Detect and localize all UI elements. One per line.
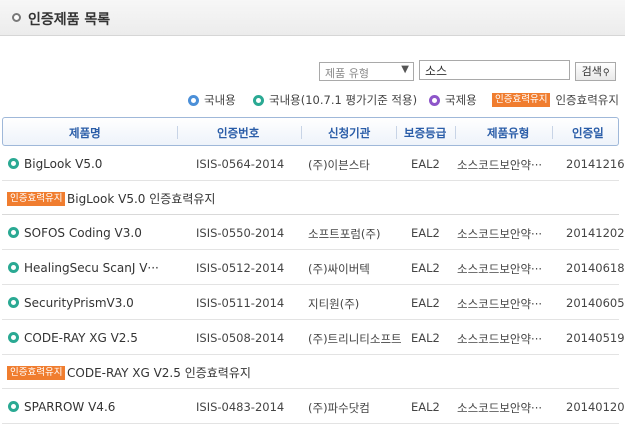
legend-international: 국제용 — [429, 92, 477, 108]
product-type: 소스코드보안약··· — [457, 401, 543, 415]
validity-badge: 인증효력유지 — [7, 192, 66, 206]
table-row[interactable]: SecurityPrismV3.0 ISIS-0511-2014 지티원(주) … — [2, 286, 625, 320]
legend-domestic-old-label: 국내용(10.7.1 평가기준 적용) — [269, 93, 418, 107]
product-type-select-value: 제품 유형 — [325, 67, 369, 80]
grade: EAL2 — [411, 261, 440, 275]
product-name-link[interactable]: SOFOS Coding V3.0 — [24, 226, 142, 240]
legend-domestic-label: 국내용 — [204, 93, 236, 107]
product-name-link[interactable]: SecurityPrismV3.0 — [24, 296, 134, 310]
magnifier-icon: ⚲ — [602, 68, 610, 78]
validity-note[interactable]: BigLook V5.0 인증효력유지 — [67, 190, 215, 207]
domestic-old-dot-icon — [8, 158, 19, 169]
product-name-link[interactable]: SPARROW V4.6 — [24, 400, 115, 414]
legend-domestic: 국내용 — [188, 92, 236, 108]
header-date[interactable]: 인증일 — [572, 125, 604, 141]
header-divider — [552, 126, 553, 139]
grade: EAL2 — [411, 226, 440, 240]
search-input[interactable] — [419, 60, 570, 80]
table-header: 제품명 인증번호 신청기관 보증등급 제품유형 인증일 — [2, 117, 619, 146]
header-type[interactable]: 제품유형 — [487, 125, 529, 141]
table-row[interactable]: CODE-RAY XG V2.5 ISIS-0508-2014 (주)트리니티소… — [2, 321, 625, 355]
domestic-dot-icon — [188, 94, 199, 106]
grade: EAL2 — [411, 400, 440, 414]
company: (주)트리니티소프트 — [308, 332, 402, 346]
cert-date: 20140618 — [566, 261, 625, 275]
domestic-old-dot-icon — [8, 401, 19, 412]
header-divider — [177, 126, 178, 139]
international-dot-icon — [429, 94, 440, 106]
domestic-old-dot-icon — [8, 297, 19, 308]
legend-validity-label: 인증효력유지 — [555, 93, 619, 107]
header-name[interactable]: 제품명 — [69, 125, 101, 141]
header-grade[interactable]: 보증등급 — [404, 125, 446, 141]
header-divider — [301, 126, 302, 139]
validity-note[interactable]: CODE-RAY XG V2.5 인증효력유지 — [67, 364, 251, 381]
cert-date: 20140605 — [566, 296, 625, 310]
page-title: 인증제품 목록 — [28, 12, 111, 28]
grade: EAL2 — [411, 157, 440, 171]
cert-number: ISIS-0564-2014 — [196, 157, 285, 171]
domestic-old-dot-icon — [8, 262, 19, 273]
header-divider — [455, 126, 456, 139]
company: (주)파수닷컴 — [308, 401, 370, 415]
cert-number: ISIS-0512-2014 — [196, 261, 285, 275]
validity-note-row[interactable]: 인증효력유지 CODE-RAY XG V2.5 인증효력유지 — [2, 355, 619, 389]
product-type: 소스코드보안약··· — [457, 332, 543, 346]
domestic-old-dot-icon — [8, 227, 19, 238]
header-number[interactable]: 인증번호 — [217, 125, 259, 141]
cert-number: ISIS-0483-2014 — [196, 400, 285, 414]
product-type-select[interactable]: 제품 유형 ▼ — [319, 62, 414, 81]
cert-number: ISIS-0508-2014 — [196, 331, 285, 345]
product-type: 소스코드보안약··· — [457, 227, 543, 241]
cert-date: 20140519 — [566, 331, 625, 345]
chevron-down-icon: ▼ — [401, 64, 409, 75]
cert-date: 20141216 — [566, 157, 625, 171]
table-row[interactable]: HealingSecu ScanJ V··· ISIS-0512-2014 (주… — [2, 251, 625, 285]
product-name-link[interactable]: BigLook V5.0 — [24, 157, 102, 171]
company: 소프트포럼(주) — [308, 227, 381, 241]
legend-validity: 인증효력유지 인증효력유지 — [492, 92, 619, 108]
search-button-label: 검색 — [581, 65, 602, 78]
company: (주)이븐스타 — [308, 158, 370, 172]
table-row[interactable]: SPARROW V4.6 ISIS-0483-2014 (주)파수닷컴 EAL2… — [2, 390, 625, 424]
page-header: 인증제품 목록 — [0, 0, 625, 36]
bullet-icon — [12, 13, 21, 22]
product-type: 소스코드보안약··· — [457, 262, 543, 276]
cert-number: ISIS-0511-2014 — [196, 296, 285, 310]
search-button[interactable]: 검색⚲ — [575, 62, 616, 81]
grade: EAL2 — [411, 296, 440, 310]
table-row[interactable]: SOFOS Coding V3.0 ISIS-0550-2014 소프트포럼(주… — [2, 216, 625, 250]
validity-note-row[interactable]: 인증효력유지 BigLook V5.0 인증효력유지 — [2, 181, 619, 215]
cert-date: 20140120 — [566, 400, 625, 414]
cert-number: ISIS-0550-2014 — [196, 226, 285, 240]
domestic-old-dot-icon — [253, 94, 264, 106]
validity-badge: 인증효력유지 — [7, 366, 66, 380]
cert-date: 20141202 — [566, 226, 625, 240]
product-name-link[interactable]: HealingSecu ScanJ V··· — [24, 261, 159, 275]
domestic-old-dot-icon — [8, 332, 19, 343]
validity-badge: 인증효력유지 — [492, 93, 551, 107]
product-type: 소스코드보안약··· — [457, 297, 543, 311]
header-company[interactable]: 신청기관 — [328, 125, 370, 141]
legend-international-label: 국제용 — [445, 93, 477, 107]
header-divider — [396, 126, 397, 139]
product-name-link[interactable]: CODE-RAY XG V2.5 — [24, 331, 138, 345]
company: 지티원(주) — [308, 297, 360, 311]
table-row[interactable]: BigLook V5.0 ISIS-0564-2014 (주)이븐스타 EAL2… — [2, 147, 625, 181]
grade: EAL2 — [411, 331, 440, 345]
legend-domestic-old: 국내용(10.7.1 평가기준 적용) — [253, 92, 417, 108]
product-type: 소스코드보안약··· — [457, 158, 543, 172]
company: (주)싸이버텍 — [308, 262, 370, 276]
